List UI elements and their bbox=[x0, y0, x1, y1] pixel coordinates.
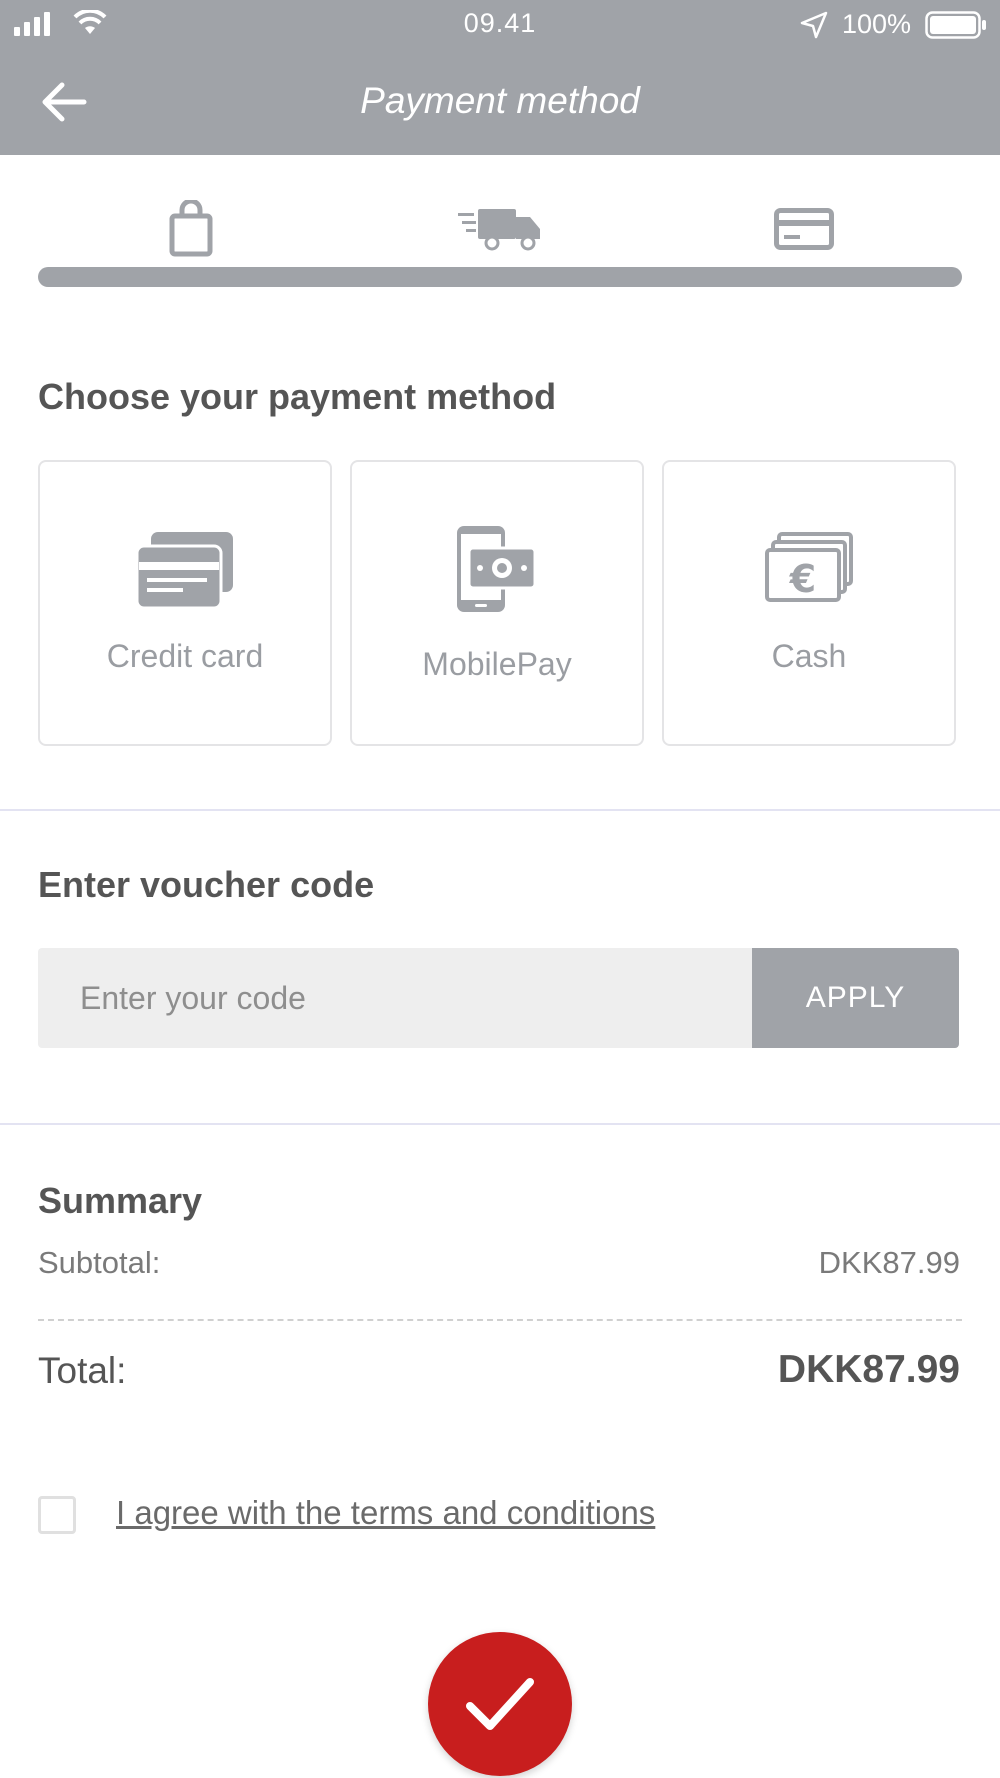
page-title: Payment method bbox=[360, 80, 640, 121]
payment-option-label: Cash bbox=[771, 638, 847, 674]
svg-text:€: € bbox=[789, 557, 816, 601]
apply-voucher-button[interactable]: APPLY bbox=[752, 948, 959, 1048]
battery-percent: 100% bbox=[842, 9, 912, 39]
voucher-code-input[interactable] bbox=[38, 948, 752, 1048]
summary-heading: Summary bbox=[38, 1180, 203, 1221]
checkmark-icon bbox=[466, 1678, 534, 1730]
terms-link[interactable]: I agree with the terms and conditions bbox=[116, 1494, 655, 1532]
subtotal-value: DKK87.99 bbox=[818, 1245, 960, 1280]
section-divider bbox=[0, 1123, 1000, 1125]
checkout-progress-bar bbox=[38, 267, 962, 287]
delivery-truck-icon bbox=[458, 209, 540, 251]
payment-option-credit-card[interactable]: Credit card bbox=[38, 460, 332, 746]
total-label: Total: bbox=[38, 1350, 127, 1391]
credit-card-icon bbox=[774, 208, 834, 250]
status-bar: 09.41 100% bbox=[0, 0, 1000, 50]
mobilepay-icon bbox=[457, 526, 537, 612]
voucher-heading: Enter voucher code bbox=[38, 864, 375, 905]
credit-card-icon bbox=[137, 532, 233, 608]
section-divider bbox=[0, 809, 1000, 811]
subtotal-label: Subtotal: bbox=[38, 1245, 161, 1280]
confirm-button[interactable] bbox=[428, 1632, 572, 1776]
app-bar: Payment method bbox=[0, 50, 1000, 155]
payment-option-cash[interactable]: € Cash bbox=[662, 460, 956, 746]
payment-option-label: MobilePay bbox=[422, 646, 572, 682]
cash-euro-icon: € bbox=[765, 532, 853, 602]
summary-divider bbox=[38, 1319, 962, 1321]
total-value: DKK87.99 bbox=[777, 1348, 960, 1391]
terms-checkbox[interactable] bbox=[38, 1496, 76, 1534]
shopping-bag-icon bbox=[169, 200, 213, 257]
payment-method-heading: Choose your payment method bbox=[38, 376, 557, 417]
payment-option-label: Credit card bbox=[106, 638, 264, 674]
payment-option-mobilepay[interactable]: MobilePay bbox=[350, 460, 644, 746]
location-arrow-icon bbox=[800, 11, 828, 39]
battery-icon bbox=[925, 11, 986, 39]
